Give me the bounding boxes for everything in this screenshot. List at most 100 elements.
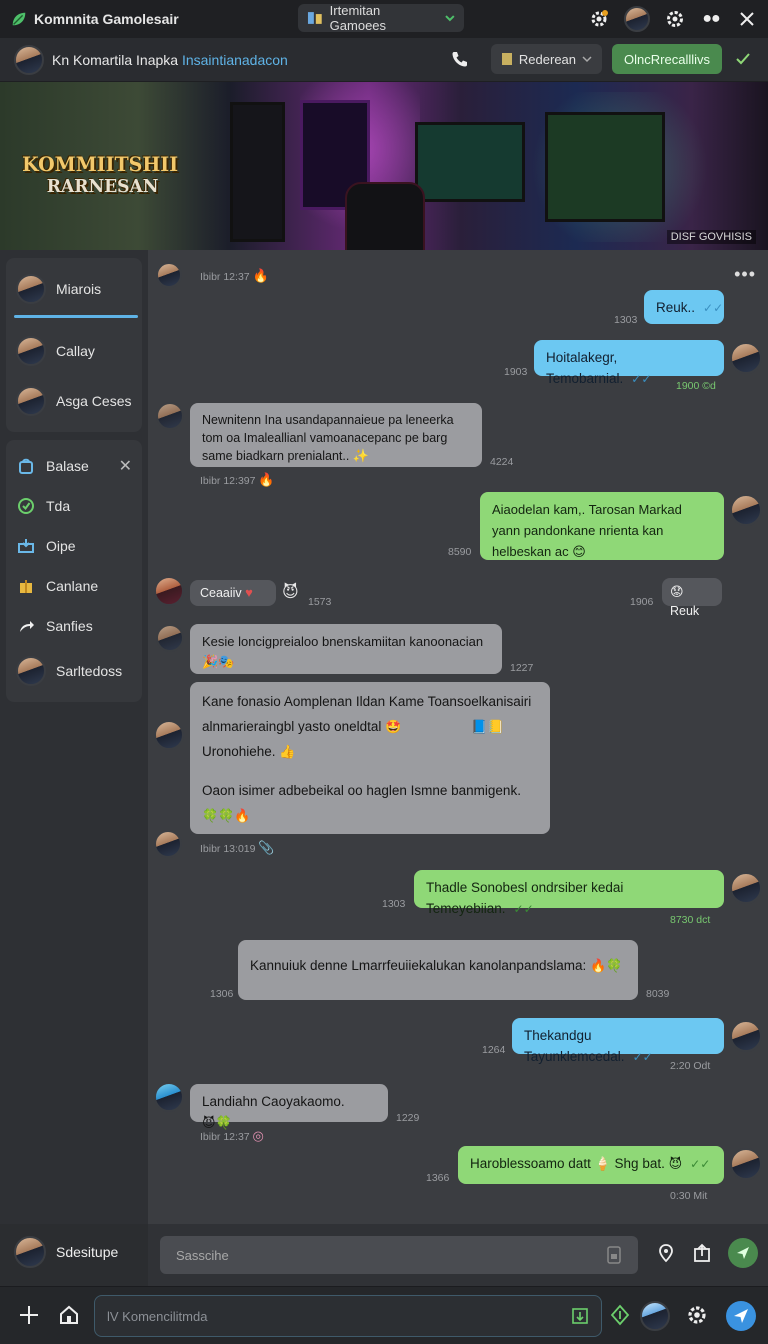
document-icon [501, 53, 512, 65]
banner-logo: KOMMIITSHII RARNESAN [22, 152, 178, 198]
close-icon[interactable] [736, 8, 758, 30]
channel-avatar [14, 44, 44, 75]
checkmark-icon[interactable] [732, 48, 754, 70]
message-text: Kane fonasio Aomplenan Ildan Kame Toanso… [202, 694, 532, 709]
message-text: Aiaodelan kam,. Tarosan Markad yann pand… [492, 502, 682, 559]
message-bubble[interactable]: Newnitenn Ina usandapannaieue pa leneerk… [190, 403, 482, 467]
chat-area: ••• Ibibr 12:37 🔥 Reuk.. ✓✓ 1303 Hoitalak… [148, 250, 768, 1224]
message-bubble[interactable]: Thekandgu Tayunklemcedal. ✓✓ [512, 1018, 724, 1064]
message-bubble[interactable]: Landiahn Caoyakaomo. 😈🍀 [190, 1084, 388, 1130]
chevron-down-icon [582, 56, 592, 63]
message-time: 4224 [490, 456, 514, 468]
share-icon[interactable] [610, 1304, 630, 1331]
message-meta: Ibibr 12:37 ◎ [200, 1128, 264, 1143]
emoji-icon: 😈 [282, 584, 299, 601]
check-circle-icon [16, 496, 36, 516]
message-text: Reuk [670, 604, 700, 619]
message-meta: 0:30 Mit [670, 1190, 708, 1202]
message-time: 1366 [426, 1172, 450, 1184]
message-text: Ceaaiiv [200, 586, 242, 600]
message-input[interactable]: lV Komencilitmda [94, 1295, 602, 1337]
bottom-bar: lV Komencilitmda [0, 1286, 768, 1344]
phone-icon[interactable] [449, 48, 471, 70]
message-bubble[interactable]: Kesie loncigpreialoo bnenskamiitan kanoo… [190, 624, 502, 674]
avatar[interactable] [640, 1301, 670, 1331]
message-bubble[interactable]: Haroblessoamo datt 🍦 Shg bat. 😈 ✓✓ [458, 1146, 724, 1184]
message-text: Thekandgu Tayunklemcedal. [524, 1028, 625, 1064]
location-pin-icon[interactable] [656, 1243, 676, 1263]
sidebar-item-label: Oipe [46, 538, 76, 554]
upload-icon[interactable] [692, 1243, 712, 1263]
message-bubble[interactable]: Reuk.. ✓✓ [644, 290, 724, 324]
message-bubble[interactable]: Aiaodelan kam,. Tarosan Markad yann pand… [480, 492, 724, 560]
server-select[interactable]: Irtemitan Gamoees [298, 3, 464, 33]
avatar [16, 274, 46, 304]
message-bubble[interactable]: Kannuiuk denne Lmarrfeuiiekalukan kanola… [238, 940, 638, 1000]
sidebar-item-tda[interactable]: Tda [6, 486, 142, 526]
sidebar-item-miarois[interactable]: Miarois [6, 264, 142, 318]
gear-icon[interactable] [686, 1304, 708, 1331]
sidebar-item-callay[interactable]: Callay [6, 326, 142, 376]
emoji-icon: 🍦 [594, 1156, 611, 1171]
user-avatar[interactable] [624, 6, 650, 32]
message-time: 1229 [396, 1112, 420, 1124]
server-select-label: Irtemitan Gamoees [329, 3, 387, 33]
emoji-icon: 😟 [670, 584, 684, 599]
top-bar: Komnnita Gamolesair Irtemitan Gamoees ●● [0, 0, 768, 38]
send-button[interactable] [728, 1238, 758, 1268]
sidebar-item-sanfies[interactable]: Sanfies [6, 606, 142, 646]
send-icon [734, 1309, 748, 1323]
avatar [154, 830, 182, 858]
avatar [154, 720, 184, 750]
sidebar-item-asga[interactable]: Asga Ceses [6, 376, 142, 426]
sidebar-item-sarltedoss[interactable]: Sarltedoss [6, 646, 142, 696]
current-user[interactable]: Sdesitupe [14, 1236, 118, 1268]
sidebar-item-oipe[interactable]: Oipe [6, 526, 142, 566]
message-text: Uronohiehe. [202, 743, 276, 759]
message-meta: Ibibr 12:397 🔥 [200, 472, 275, 487]
sidebar-item-balase[interactable]: Balase ✕ [6, 446, 142, 486]
message-text: Newnitenn Ina usandapannaieue pa leneerk… [202, 413, 454, 464]
banner-monitor [230, 102, 285, 242]
sidebar-item-label: Sanfies [46, 618, 93, 634]
read-receipt-icon: ✓✓ [631, 371, 652, 386]
banner-monitor [415, 122, 525, 202]
message-bubble[interactable]: Hoitalakegr, Temobarnial. ✓✓ [534, 340, 724, 386]
emoji-icon: 🔥 [252, 268, 269, 283]
message-bubble[interactable]: Kane fonasio Aomplenan Ildan Kame Toanso… [190, 682, 550, 834]
attach-file-icon[interactable] [571, 1307, 589, 1325]
send-button[interactable] [726, 1301, 756, 1331]
message-text: alnmarieraingbl yasto oneldtal [202, 718, 382, 734]
message-bubble[interactable]: Ceaaiiv ♥ [190, 580, 276, 606]
emoji-icon: 🔥🍀 [590, 958, 623, 973]
settings-notification-icon[interactable] [588, 8, 610, 30]
sidebar-item-canlane[interactable]: Canlane [6, 566, 142, 606]
avatar [156, 624, 184, 652]
sidebar-item-label: Canlane [46, 578, 99, 594]
channel-dropdown[interactable]: Rederean [490, 44, 603, 74]
close-icon[interactable]: ✕ [119, 456, 132, 476]
brand[interactable]: Komnnita Gamolesair [10, 10, 179, 28]
app-root: Komnnita Gamolesair Irtemitan Gamoees ●●… [0, 0, 768, 1344]
more-options-icon[interactable]: ••• [734, 264, 756, 285]
avatar [730, 342, 762, 374]
message-bubble[interactable]: Thadle Sonobesl ondrsiber kedai Temeyebi… [414, 870, 724, 916]
avatar [154, 1082, 184, 1112]
banner-logo-line2: RARNESAN [46, 176, 159, 197]
home-icon[interactable] [58, 1304, 80, 1331]
avatar [16, 336, 46, 366]
channel-title-main: Kn Komartila Inapka [52, 51, 182, 68]
brand-name: Komnnita Gamolesair [34, 11, 179, 27]
document-icon[interactable] [606, 1246, 622, 1264]
gear-icon[interactable] [664, 8, 686, 30]
more-dots-icon[interactable]: ●● [700, 8, 722, 30]
channel-title-sub[interactable]: Insaintianadacon [182, 52, 288, 68]
sidebar: Miarois Callay Asga Ceses Balase ✕ Tda O… [0, 250, 148, 1224]
message-time: 1227 [510, 662, 534, 674]
join-call-button[interactable]: OlncRrecalllivs [612, 44, 722, 74]
plus-icon[interactable] [18, 1304, 40, 1331]
message-bubble[interactable]: 😟 Reuk [662, 578, 722, 618]
search-input[interactable]: Sasscihe [160, 1236, 638, 1274]
message-time: 1906 [630, 596, 654, 608]
message-meta: 2:20 Odt [670, 1060, 711, 1072]
